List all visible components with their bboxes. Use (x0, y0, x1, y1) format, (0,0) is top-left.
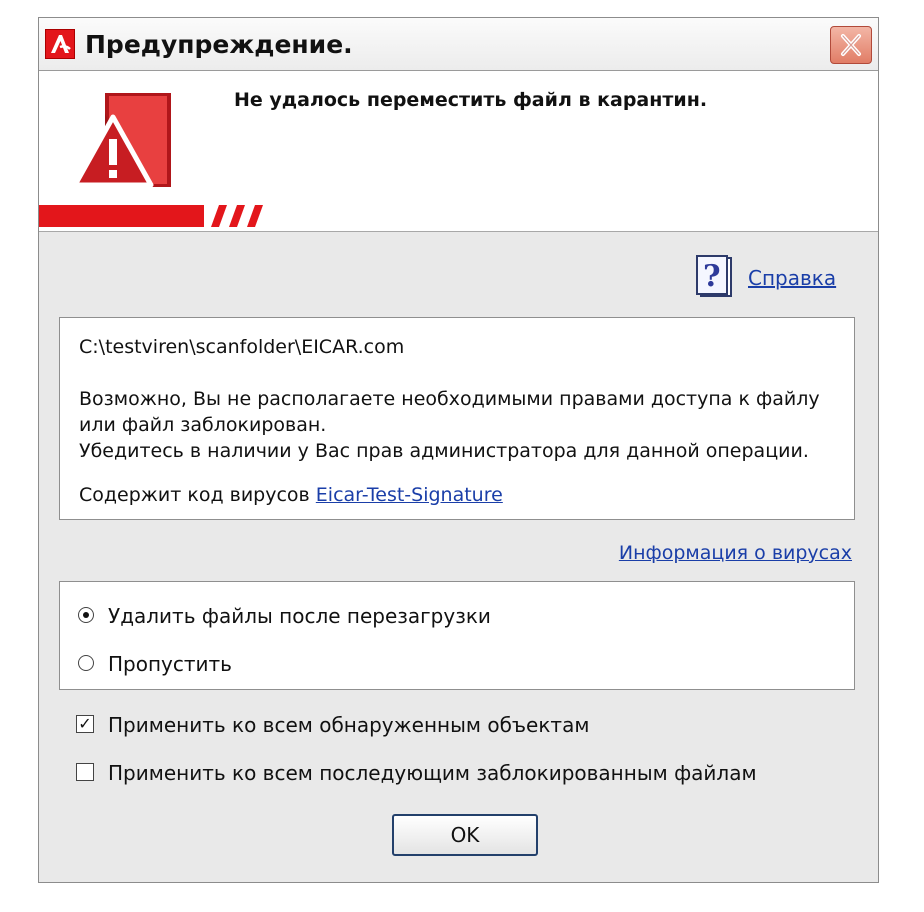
file-path: C:\testviren\scanfolder\EICAR.com (79, 336, 405, 358)
option-skip-label: Пропустить (108, 652, 232, 676)
help-link[interactable]: Справка (748, 266, 836, 290)
radio-unselected-icon[interactable] (78, 654, 94, 671)
reason-line-3: Убедитесь в наличии у Вас прав администр… (79, 440, 809, 462)
virus-name-link[interactable]: Eicar-Test-Signature (316, 484, 503, 506)
dialog-title: Предупреждение. (85, 30, 353, 59)
svg-text:?: ? (703, 259, 721, 294)
warning-icon (75, 93, 171, 188)
virus-line: Содержит код вирусов Eicar-Test-Signatur… (79, 484, 503, 506)
radio-selected-icon[interactable] (78, 606, 94, 623)
apply-all-locked-checkbox[interactable]: Применить ко всем последующим заблокиров… (76, 761, 757, 785)
checkbox-unchecked-icon[interactable] (76, 762, 94, 781)
option-delete-label: Удалить файлы после перезагрузки (108, 604, 491, 628)
help-icon[interactable]: ? (695, 254, 735, 298)
apply-all-detected-checkbox[interactable]: ✓ Применить ко всем обнаруженным объектам (76, 713, 589, 737)
info-panel: C:\testviren\scanfolder\EICAR.com Возмож… (59, 317, 855, 520)
virus-info-link[interactable]: Информация о вирусах (619, 542, 852, 564)
option-delete-after-reboot[interactable]: Удалить файлы после перезагрузки (78, 604, 491, 628)
checkbox-checked-icon[interactable]: ✓ (76, 714, 94, 733)
apply-all-locked-label: Применить ко всем последующим заблокиров… (108, 761, 757, 785)
avira-logo-icon (45, 29, 75, 59)
banner-stripe (39, 205, 263, 227)
warning-dialog: Предупреждение. Не удалось переместить ф… (38, 17, 879, 883)
title-bar[interactable]: Предупреждение. (39, 18, 878, 71)
action-options: Удалить файлы после перезагрузки Пропуст… (59, 581, 855, 690)
apply-all-detected-label: Применить ко всем обнаруженным объектам (108, 713, 590, 737)
reason-line-1: Возможно, Вы не располагаете необходимым… (79, 388, 820, 410)
virus-prefix: Содержит код вирусов (79, 484, 310, 506)
option-skip[interactable]: Пропустить (78, 652, 232, 676)
ok-button[interactable]: OK (392, 814, 538, 856)
close-icon (841, 34, 861, 56)
banner-message: Не удалось переместить файл в карантин. (234, 89, 708, 111)
header-banner: Не удалось переместить файл в карантин. (39, 71, 878, 232)
close-button[interactable] (830, 26, 872, 64)
reason-line-2: или файл заблокирован. (79, 414, 327, 436)
